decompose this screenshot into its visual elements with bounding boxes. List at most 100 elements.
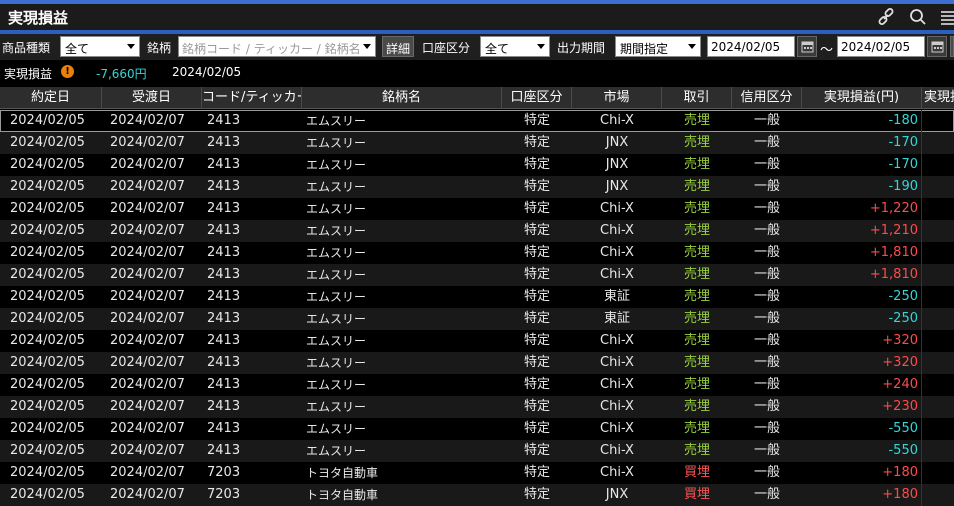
cell-account: 特定 (523, 355, 550, 370)
table-row[interactable]: 2024/02/05 2024/02/07 2413 エムスリー 特定 Chi-X 売埋 一般… (0, 352, 954, 374)
cell-name: エムスリー (306, 136, 367, 150)
cell-name: エムスリー (306, 400, 367, 414)
table-row[interactable]: 2024/02/05 2024/02/07 2413 エムスリー 特定 東証 売埋 一般 -25… (0, 308, 954, 330)
cell-settle-date: 2024/02/07 (110, 201, 185, 216)
table-row[interactable]: 2024/02/05 2024/02/07 2413 エムスリー 特定 東証 売埋 一般 -25… (0, 286, 954, 308)
cell-settle-date: 2024/02/07 (110, 135, 185, 150)
table-row[interactable]: 2024/02/05 2024/02/07 2413 エムスリー 特定 Chi-X 売埋 一般… (0, 264, 954, 286)
table-row[interactable]: 2024/02/05 2024/02/07 2413 エムスリー 特定 Chi-X 売埋 一般… (0, 220, 954, 242)
cell-overflow (921, 374, 954, 396)
date-range-separator: ～ (820, 43, 834, 58)
cell-trade-date: 2024/02/05 (10, 267, 85, 282)
cell-market: JNX (605, 135, 629, 150)
cell-overflow (921, 176, 954, 198)
cell-pl: +1,810 (869, 245, 918, 260)
cell-overflow (921, 220, 954, 242)
cell-market: Chi-X (600, 443, 634, 458)
search-icon[interactable] (908, 7, 928, 27)
table-row[interactable]: 2024/02/05 2024/02/07 2413 エムスリー 特定 JNX 売埋 一般 -1… (0, 176, 954, 198)
cell-code: 2413 (207, 223, 241, 238)
account-type-select[interactable]: 全て (480, 36, 550, 57)
symbol-search-input[interactable]: 銘柄コード / ティッカー / 銘柄名 (178, 36, 376, 57)
table-row[interactable]: 2024/02/05 2024/02/07 2413 エムスリー 特定 JNX 売埋 一般 -1… (0, 132, 954, 154)
cell-trade: 売埋 (683, 377, 710, 392)
table-row[interactable]: 2024/02/05 2024/02/07 2413 エムスリー 特定 Chi-X 売埋 一般… (0, 440, 954, 462)
table-row[interactable]: 2024/02/05 2024/02/07 7203 トヨタ自動車 特定 JNX 買埋 一般 +… (0, 484, 954, 506)
link-icon[interactable] (876, 7, 896, 27)
table-row[interactable]: 2024/02/05 2024/02/07 2413 エムスリー 特定 Chi-X 売埋 一般… (0, 198, 954, 220)
col-trade[interactable]: 取引 (662, 87, 732, 109)
cell-account: 特定 (523, 157, 550, 172)
overflow-button[interactable] (950, 36, 954, 57)
calendar-from-button[interactable] (797, 36, 817, 57)
table-row[interactable]: 2024/02/05 2024/02/07 2413 エムスリー 特定 Chi-X 売埋 一般… (0, 374, 954, 396)
table-row[interactable]: 2024/02/05 2024/02/07 2413 エムスリー 特定 Chi-X 売埋 一般… (0, 396, 954, 418)
calendar-to-button[interactable] (927, 36, 947, 57)
col-code[interactable]: コード/ティッカー (202, 87, 302, 109)
cell-name: エムスリー (306, 290, 367, 304)
table-row[interactable]: 2024/02/05 2024/02/07 2413 エムスリー 特定 Chi-X 売埋 一般… (0, 110, 954, 132)
cell-market: JNX (605, 487, 629, 502)
cell-pl: +1,220 (869, 201, 918, 216)
cell-trade-date: 2024/02/05 (10, 377, 85, 392)
col-trade-date[interactable]: 約定日 (0, 87, 102, 109)
cell-trade-date: 2024/02/05 (10, 333, 85, 348)
product-type-select[interactable]: 全て (60, 36, 140, 57)
cell-trade: 売埋 (683, 289, 710, 304)
col-market[interactable]: 市場 (572, 87, 662, 109)
cell-account: 特定 (523, 179, 550, 194)
cell-pl: +320 (882, 355, 918, 370)
cell-market: Chi-X (600, 113, 634, 128)
cell-settle-date: 2024/02/07 (110, 421, 185, 436)
cell-code: 2413 (207, 311, 241, 326)
table-row[interactable]: 2024/02/05 2024/02/07 2413 エムスリー 特定 Chi-X 売埋 一般… (0, 242, 954, 264)
cell-trade-date: 2024/02/05 (10, 245, 85, 260)
detail-button[interactable]: 詳細 (382, 36, 414, 57)
col-pl-cut[interactable]: 実現損 (922, 87, 954, 109)
table-row[interactable]: 2024/02/05 2024/02/07 2413 エムスリー 特定 Chi-X 売埋 一般… (0, 418, 954, 440)
cell-name: トヨタ自動車 (306, 488, 379, 502)
col-account[interactable]: 口座区分 (502, 87, 572, 109)
date-from-value: 2024/02/05 (711, 40, 781, 54)
cell-credit: 一般 (753, 421, 780, 436)
cell-trade-date: 2024/02/05 (10, 465, 85, 480)
table-row[interactable]: 2024/02/05 2024/02/07 2413 エムスリー 特定 JNX 売埋 一般 -1… (0, 154, 954, 176)
col-name[interactable]: 銘柄名 (302, 87, 502, 109)
cell-pl: +240 (882, 377, 918, 392)
chevron-down-icon (688, 44, 696, 49)
table-row[interactable]: 2024/02/05 2024/02/07 2413 エムスリー 特定 Chi-X 売埋 一般… (0, 330, 954, 352)
menu-icon[interactable] (938, 7, 954, 27)
cell-trade: 売埋 (683, 267, 710, 282)
cell-trade: 売埋 (683, 443, 710, 458)
cell-settle-date: 2024/02/07 (110, 333, 185, 348)
cell-credit: 一般 (753, 443, 780, 458)
period-value: 期間指定 (620, 42, 669, 56)
cell-trade-date: 2024/02/05 (10, 421, 85, 436)
cell-settle-date: 2024/02/07 (110, 443, 185, 458)
period-select[interactable]: 期間指定 (615, 36, 701, 57)
date-from-input[interactable]: 2024/02/05 (707, 36, 795, 57)
cell-pl: +1,210 (869, 223, 918, 238)
warning-icon[interactable]: ! (61, 65, 74, 78)
summary-bar: 実現損益 ! -7,660円 2024/02/05 (0, 60, 954, 84)
cell-market: Chi-X (600, 421, 634, 436)
summary-total: -7,660円 (96, 67, 147, 81)
cell-code: 2413 (207, 399, 241, 414)
symbol-placeholder: 銘柄コード / ティッカー / 銘柄名 (182, 42, 361, 56)
cell-overflow (921, 198, 954, 220)
cell-account: 特定 (523, 421, 550, 436)
product-type-label: 商品種類 (2, 41, 51, 55)
table-row[interactable]: 2024/02/05 2024/02/07 7203 トヨタ自動車 特定 Chi-X 買埋 一… (0, 462, 954, 484)
cell-account: 特定 (523, 245, 550, 260)
col-settle-date[interactable]: 受渡日 (102, 87, 202, 109)
cell-account: 特定 (523, 487, 550, 502)
cell-code: 2413 (207, 113, 241, 128)
col-credit[interactable]: 信用区分 (732, 87, 802, 109)
cell-credit: 一般 (753, 157, 780, 172)
date-to-input[interactable]: 2024/02/05 (837, 36, 925, 57)
cell-code: 2413 (207, 135, 241, 150)
table-header: 約定日 受渡日 コード/ティッカー 銘柄名 口座区分 市場 取引 信用区分 実現… (0, 87, 954, 109)
col-pl[interactable]: 実現損益(円) (802, 87, 922, 109)
symbol-dropdown[interactable] (360, 36, 376, 57)
cell-trade-date: 2024/02/05 (10, 223, 85, 238)
